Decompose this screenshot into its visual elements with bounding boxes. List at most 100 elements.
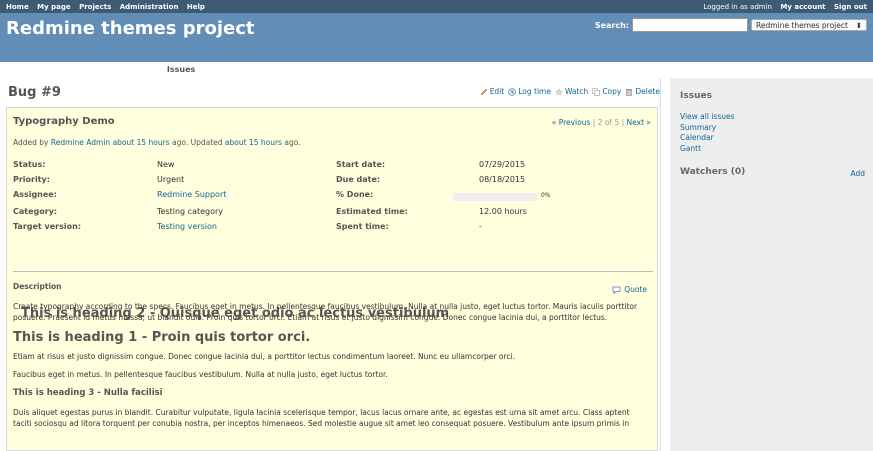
log-time-button[interactable]: Log time <box>508 87 551 96</box>
quote-label: Quote <box>624 285 647 294</box>
description-heading-2: This is heading 2 - Quisque eget odio ac… <box>21 306 450 321</box>
sidebar-link-view-all-issues[interactable]: View all issues <box>680 112 735 123</box>
top-link-home[interactable]: Home <box>6 3 29 11</box>
done-ratio-progress-bar <box>453 193 537 201</box>
top-menu-right: Logged in as admin My account Sign out <box>703 3 867 11</box>
tab-news[interactable]: News <box>349 62 385 79</box>
copy-label: Copy <box>602 87 622 96</box>
tab-files[interactable]: Files <box>479 62 512 79</box>
done-ratio-value: 0% <box>541 192 551 199</box>
sidebar-link-calendar[interactable]: Calendar <box>680 133 735 144</box>
top-link-my-page[interactable]: My page <box>37 3 70 11</box>
tab-settings[interactable]: Settings <box>512 62 562 79</box>
watch-label: Watch <box>564 87 589 96</box>
sidebar-link-gantt[interactable]: Gantt <box>680 144 735 155</box>
tab-roadmap[interactable]: Roadmap <box>107 62 161 79</box>
page-title: Bug #9 <box>8 85 61 100</box>
attributes-divider <box>13 271 653 272</box>
top-link-sign-out[interactable]: Sign out <box>834 3 867 11</box>
assignee-link[interactable]: Redmine Support <box>157 190 226 199</box>
author-link[interactable]: Redmine Admin <box>51 138 110 147</box>
priority-value: Urgent <box>157 175 185 184</box>
issue-actions: Edit Log time Watch Copy Delete <box>480 87 660 96</box>
delete-label: Delete <box>635 87 660 96</box>
issue-author-line: Added by Redmine Admin about 15 hours ag… <box>13 138 301 147</box>
description-paragraph-2: Etiam at risus et justo dignissim congue… <box>13 352 515 361</box>
project-jump-value: Redmine themes project <box>756 20 848 30</box>
spent-time-value: - <box>479 222 482 231</box>
category-value: Testing category <box>157 207 224 216</box>
updated-text: ago. Updated <box>172 138 223 147</box>
sidebar-link-summary[interactable]: Summary <box>680 123 735 134</box>
description-heading-3: This is heading 3 - Nulla facilisi <box>13 388 163 398</box>
category-label: Category: <box>13 207 58 216</box>
due-date-value: 08/18/2015 <box>479 175 526 184</box>
tab-activity[interactable]: Activity <box>60 62 107 79</box>
sidebar-issues-heading: Issues <box>680 91 712 101</box>
description-heading-1: This is heading 1 - Proin quis tortor or… <box>13 330 311 345</box>
status-value: New <box>157 160 175 169</box>
top-menu: Home My page Projects Administration Hel… <box>0 0 873 13</box>
search-input[interactable] <box>632 18 748 32</box>
logged-in-as: Logged in as admin <box>703 2 772 11</box>
target-version-link[interactable]: Testing version <box>157 222 217 231</box>
description-paragraph-4: Duis aliquet egestas purus in blandit. C… <box>13 408 630 428</box>
done-ratio-label: % Done: <box>336 190 374 199</box>
estimated-time-value: 12.00 hours <box>479 207 527 216</box>
project-title: Redmine themes project <box>6 18 255 39</box>
pencil-icon <box>480 88 488 96</box>
next-issue-link[interactable]: Next » <box>627 118 651 127</box>
top-link-administration[interactable]: Administration <box>120 3 179 11</box>
updated-time-link[interactable]: about 15 hours <box>225 138 282 147</box>
watch-button[interactable]: Watch <box>554 87 589 96</box>
tab-documents[interactable]: Documents <box>385 62 448 79</box>
spent-time-label: Spent time: <box>336 222 389 231</box>
start-date-label: Start date: <box>336 160 386 169</box>
description-paragraph-3: Faucibus eget in metus. In pellentesque … <box>13 370 388 379</box>
tab-gantt[interactable]: Gantt <box>259 62 296 79</box>
content: Bug #9 Edit Log time Watch Copy Delete T… <box>0 78 661 451</box>
sidebar-watchers-heading: Watchers (0) <box>680 167 746 177</box>
tab-overview[interactable]: Overview <box>6 62 60 79</box>
edit-button[interactable]: Edit <box>480 87 505 96</box>
priority-label: Priority: <box>13 175 50 184</box>
start-date-value: 07/29/2015 <box>479 160 526 169</box>
assignee-label: Assignee: <box>13 190 57 199</box>
search-label: Search: <box>594 20 629 30</box>
copy-icon <box>592 87 601 96</box>
tab-issues[interactable]: Issues <box>160 62 202 79</box>
select-arrows-icon: ⬍ <box>855 20 862 30</box>
tab-wiki[interactable]: Wiki <box>447 62 479 79</box>
top-menu-left: Home My page Projects Administration Hel… <box>6 3 211 11</box>
sidebar: Issues View all issues Summary Calendar … <box>670 78 873 451</box>
copy-button[interactable]: Copy <box>592 87 621 96</box>
top-link-help[interactable]: Help <box>187 3 205 11</box>
sidebar-issue-links: View all issues Summary Calendar Gantt <box>680 112 735 154</box>
main: Bug #9 Edit Log time Watch Copy Delete T… <box>0 78 873 451</box>
clock-icon <box>508 87 517 96</box>
added-by-text: Added by <box>13 138 49 147</box>
star-icon <box>554 87 563 96</box>
delete-button[interactable]: Delete <box>625 87 660 96</box>
issue-description: Create typography according to the specs… <box>13 301 639 436</box>
description-heading: Description <box>13 282 62 291</box>
status-label: Status: <box>13 160 46 169</box>
tab-new-issue[interactable]: New issue <box>201 62 259 79</box>
top-link-projects[interactable]: Projects <box>79 3 111 11</box>
issue-details: Typography Demo « Previous | 2 of 5 | Ne… <box>6 107 658 451</box>
tab-calendar[interactable]: Calendar <box>296 62 348 79</box>
project-jump-select[interactable]: Redmine themes project ⬍ <box>751 19 867 31</box>
speech-bubble-icon <box>612 286 621 294</box>
previous-issue-link[interactable]: « Previous <box>552 118 591 127</box>
estimated-time-label: Estimated time: <box>336 207 408 216</box>
top-link-my-account[interactable]: My account <box>780 3 825 11</box>
header: Redmine themes project Search: Redmine t… <box>0 13 873 62</box>
edit-label: Edit <box>489 87 505 96</box>
issue-subject: Typography Demo <box>13 116 115 127</box>
target-version-label: Target version: <box>13 222 82 231</box>
quote-button[interactable]: Quote <box>612 285 647 294</box>
issue-position: | 2 of 5 | <box>592 118 625 127</box>
created-time-link[interactable]: about 15 hours <box>113 138 170 147</box>
add-watcher-link[interactable]: Add <box>850 169 865 178</box>
quick-search: Search: Redmine themes project ⬍ <box>595 18 867 32</box>
